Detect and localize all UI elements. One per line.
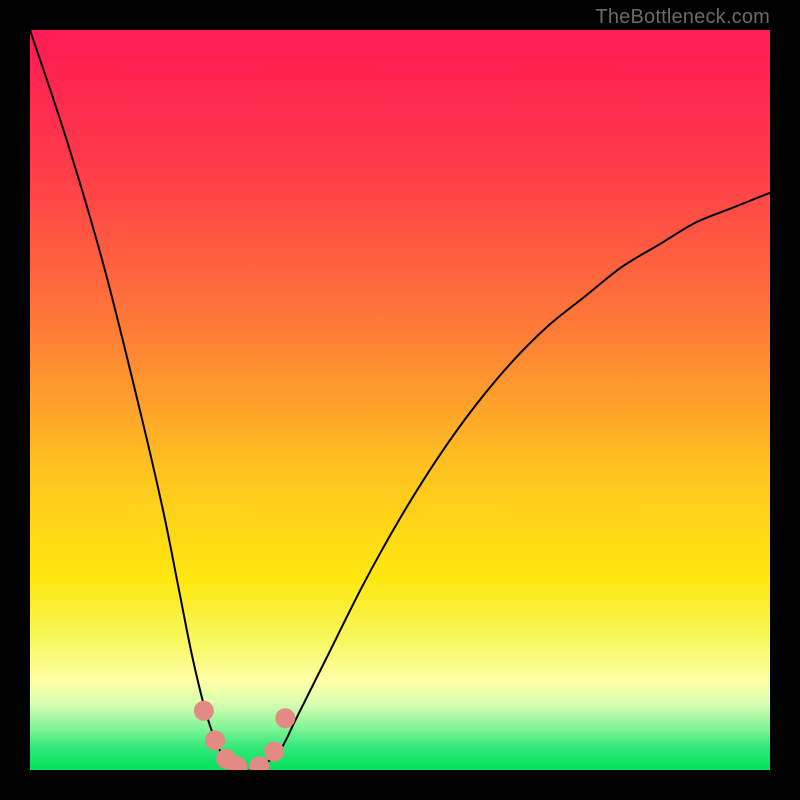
min-marker <box>275 708 295 728</box>
min-marker <box>249 756 269 770</box>
bottleneck-curve <box>30 30 770 770</box>
min-marker <box>264 742 284 762</box>
chart-frame: TheBottleneck.com <box>0 0 800 800</box>
min-marker <box>205 730 225 750</box>
plot-area <box>30 30 770 770</box>
watermark-text: TheBottleneck.com <box>595 6 770 29</box>
min-marker <box>194 701 214 721</box>
bottleneck-line <box>30 30 770 770</box>
